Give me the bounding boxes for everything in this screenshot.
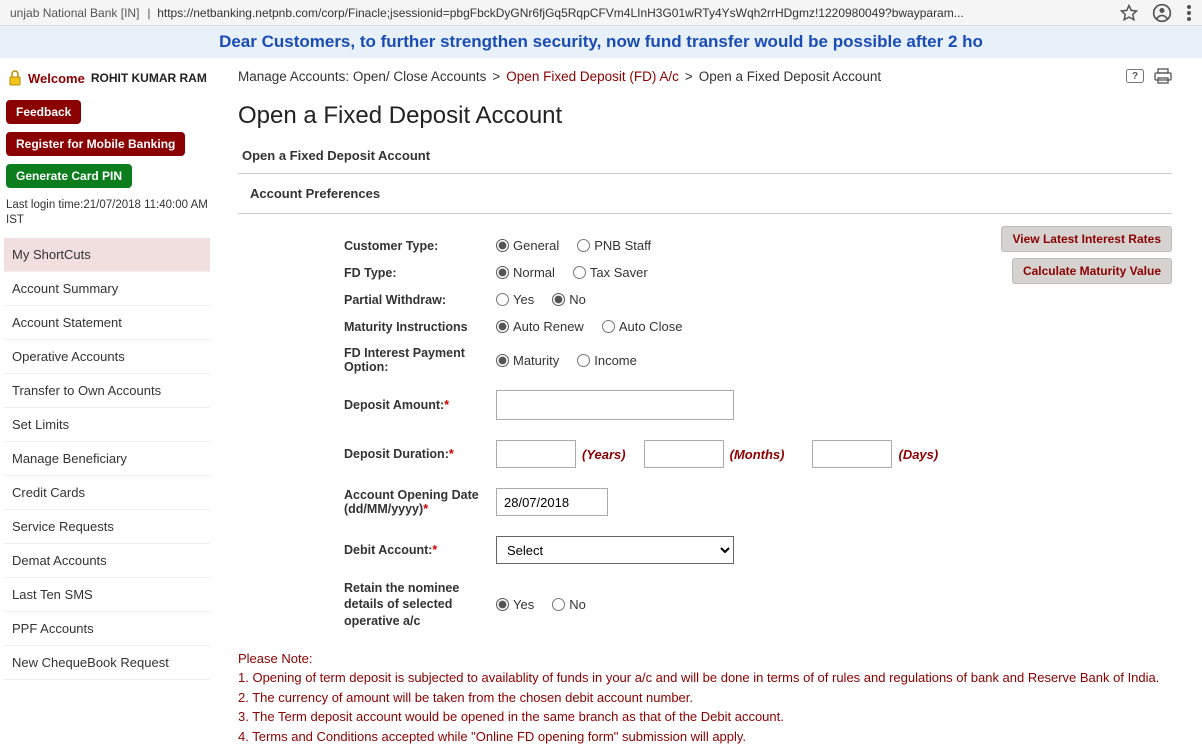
menu-my-shortcuts[interactable]: My ShortCuts xyxy=(4,238,210,272)
radio-partial-no[interactable]: No xyxy=(552,292,586,307)
section-account-preferences: Account Preferences xyxy=(238,174,1172,214)
menu-ppf-accounts[interactable]: PPF Accounts xyxy=(4,612,210,646)
radio-maturity-renew[interactable]: Auto Renew xyxy=(496,319,584,334)
input-duration-days[interactable] xyxy=(812,440,892,468)
label-opening-date: Account Opening Date (dd/MM/yyyy)* xyxy=(238,488,496,516)
note-3: 3. The Term deposit account would be ope… xyxy=(238,707,1172,727)
menu-account-summary[interactable]: Account Summary xyxy=(4,272,210,306)
notes-header: Please Note: xyxy=(238,649,1172,669)
menu-last-ten-sms[interactable]: Last Ten SMS xyxy=(4,578,210,612)
breadcrumb-link[interactable]: Open Fixed Deposit (FD) A/c xyxy=(506,69,679,84)
menu-dots-icon[interactable] xyxy=(1186,4,1192,22)
menu-demat-accounts[interactable]: Demat Accounts xyxy=(4,544,210,578)
label-days: (Days) xyxy=(898,447,938,462)
menu-account-statement[interactable]: Account Statement xyxy=(4,306,210,340)
user-icon[interactable] xyxy=(1152,3,1172,23)
label-customer-type: Customer Type: xyxy=(238,239,496,253)
welcome-username: ROHIT KUMAR RAM xyxy=(91,71,207,85)
radio-customer-general[interactable]: General xyxy=(496,238,559,253)
feedback-button[interactable]: Feedback xyxy=(6,100,81,124)
note-2: 2. The currency of amount will be taken … xyxy=(238,688,1172,708)
star-icon[interactable] xyxy=(1120,4,1138,22)
input-duration-months[interactable] xyxy=(644,440,724,468)
menu-set-limits[interactable]: Set Limits xyxy=(4,408,210,442)
label-maturity-instructions: Maturity Instructions xyxy=(238,320,496,334)
breadcrumb-root[interactable]: Manage Accounts: Open/ Close Accounts xyxy=(238,69,486,84)
register-mobile-banking-button[interactable]: Register for Mobile Banking xyxy=(6,132,185,156)
calculate-maturity-button[interactable]: Calculate Maturity Value xyxy=(1012,258,1172,284)
browser-tab-title: unjab National Bank [IN] xyxy=(10,6,139,20)
label-debit-account: Debit Account:* xyxy=(238,543,496,557)
generate-card-pin-button[interactable]: Generate Card PIN xyxy=(6,164,132,188)
breadcrumb: Manage Accounts: Open/ Close Accounts > … xyxy=(238,68,1172,84)
note-1: 1. Opening of term deposit is subjected … xyxy=(238,668,1172,688)
page-title: Open a Fixed Deposit Account xyxy=(238,102,1172,130)
sidebar: Welcome ROHIT KUMAR RAM Feedback Registe… xyxy=(0,58,214,746)
menu-service-requests[interactable]: Service Requests xyxy=(4,510,210,544)
radio-nominee-no[interactable]: No xyxy=(552,597,586,612)
input-duration-years[interactable] xyxy=(496,440,576,468)
svg-text:?: ? xyxy=(1132,71,1138,82)
view-interest-rates-button[interactable]: View Latest Interest Rates xyxy=(1001,226,1172,252)
note-4: 4. Terms and Conditions accepted while "… xyxy=(238,727,1172,746)
sidebar-menu: My ShortCuts Account Summary Account Sta… xyxy=(4,238,210,680)
main-content: Manage Accounts: Open/ Close Accounts > … xyxy=(214,58,1202,746)
menu-new-chequebook[interactable]: New ChequeBook Request xyxy=(4,646,210,680)
please-note-section: Please Note: 1. Opening of term deposit … xyxy=(238,649,1172,746)
security-marquee: Dear Customers, to further strengthen se… xyxy=(0,26,1202,58)
radio-fd-normal[interactable]: Normal xyxy=(496,265,555,280)
label-deposit-duration: Deposit Duration:* xyxy=(238,447,496,461)
print-icon[interactable] xyxy=(1154,68,1172,84)
browser-address-bar: unjab National Bank [IN] | https://netba… xyxy=(0,0,1202,26)
breadcrumb-current: Open a Fixed Deposit Account xyxy=(699,69,881,84)
radio-nominee-yes[interactable]: Yes xyxy=(496,597,534,612)
label-retain-nominee: Retain the nominee details of selected o… xyxy=(238,580,496,629)
label-partial-withdraw: Partial Withdraw: xyxy=(238,293,496,307)
radio-payment-maturity[interactable]: Maturity xyxy=(496,353,559,368)
sub-title: Open a Fixed Deposit Account xyxy=(238,144,1172,174)
radio-maturity-close[interactable]: Auto Close xyxy=(602,319,683,334)
select-debit-account[interactable]: Select xyxy=(496,536,734,564)
label-months: (Months) xyxy=(730,447,785,462)
label-fd-payment-option: FD Interest Payment Option: xyxy=(238,346,496,374)
input-opening-date[interactable] xyxy=(496,488,608,516)
input-deposit-amount[interactable] xyxy=(496,390,734,420)
radio-partial-yes[interactable]: Yes xyxy=(496,292,534,307)
label-deposit-amount: Deposit Amount:* xyxy=(238,398,496,412)
welcome-label: Welcome xyxy=(28,71,85,86)
radio-fd-taxsaver[interactable]: Tax Saver xyxy=(573,265,648,280)
last-login-time: Last login time:21/07/2018 11:40:00 AM I… xyxy=(6,198,208,228)
radio-customer-pnbstaff[interactable]: PNB Staff xyxy=(577,238,651,253)
label-years: (Years) xyxy=(582,447,626,462)
menu-credit-cards[interactable]: Credit Cards xyxy=(4,476,210,510)
radio-payment-income[interactable]: Income xyxy=(577,353,637,368)
help-icon[interactable]: ? xyxy=(1126,69,1144,83)
lock-icon xyxy=(8,70,22,86)
menu-transfer-own[interactable]: Transfer to Own Accounts xyxy=(4,374,210,408)
menu-operative-accounts[interactable]: Operative Accounts xyxy=(4,340,210,374)
menu-manage-beneficiary[interactable]: Manage Beneficiary xyxy=(4,442,210,476)
browser-url: https://netbanking.netpnb.com/corp/Finac… xyxy=(157,6,1120,20)
label-fd-type: FD Type: xyxy=(238,266,496,280)
